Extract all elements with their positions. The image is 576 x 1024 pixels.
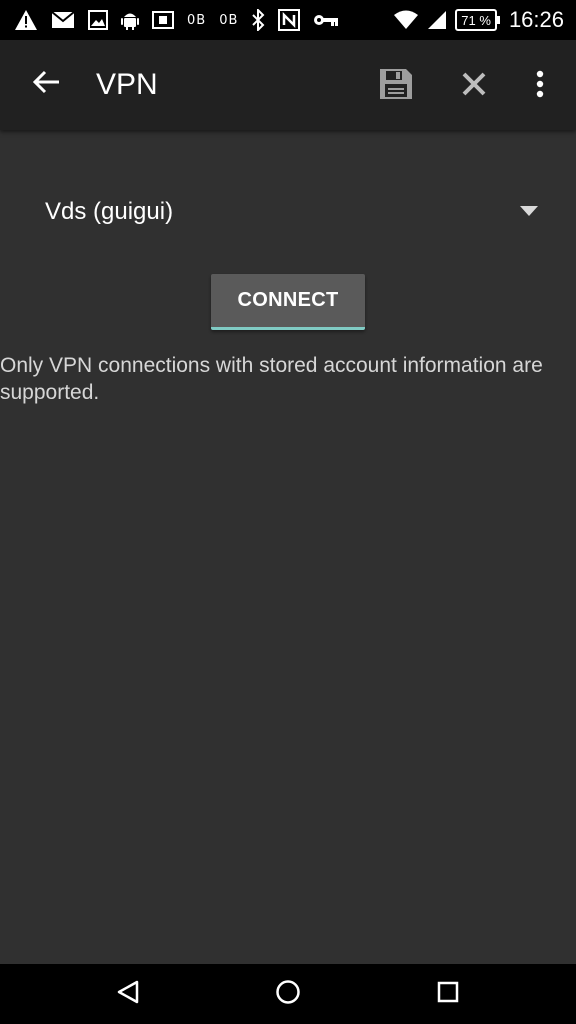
image-icon xyxy=(88,10,108,30)
overflow-menu-button[interactable] xyxy=(522,64,558,108)
nfc-icon xyxy=(278,9,301,31)
wifi-icon xyxy=(393,10,419,30)
info-text: Only VPN connections with stored account… xyxy=(0,354,543,404)
bluetooth-icon xyxy=(251,9,265,31)
android-icon xyxy=(121,9,139,31)
nav-recents-icon xyxy=(436,980,460,1009)
nav-home-button[interactable] xyxy=(266,974,310,1014)
nav-back-icon xyxy=(115,979,141,1010)
sim-icon xyxy=(152,11,174,29)
app-bar: VPN xyxy=(0,40,576,130)
save-button[interactable] xyxy=(372,64,420,108)
email-icon xyxy=(51,11,75,29)
signal-icon xyxy=(427,10,447,30)
data-down-text: 0B xyxy=(187,12,207,28)
connect-button[interactable]: CONNECT xyxy=(211,274,365,330)
back-button[interactable] xyxy=(24,62,68,106)
vpn-profile-selected: Vds (guigui) xyxy=(45,198,174,225)
nav-back-button[interactable] xyxy=(106,974,150,1014)
battery-indicator: 71 % xyxy=(455,9,500,31)
nav-home-icon xyxy=(275,979,301,1010)
close-icon xyxy=(461,71,487,102)
more-vert-icon xyxy=(536,70,544,103)
nav-recents-button[interactable] xyxy=(426,974,470,1014)
close-button[interactable] xyxy=(450,64,498,108)
back-arrow-icon xyxy=(32,70,60,99)
vpn-profile-spinner[interactable]: Vds (guigui) xyxy=(30,180,550,244)
navigation-bar xyxy=(0,964,576,1024)
save-icon xyxy=(378,67,414,106)
data-up-text: 0B xyxy=(219,12,239,28)
dropdown-arrow-icon xyxy=(520,206,538,216)
status-bar: 0B 0B 71 % 16:26 xyxy=(0,0,576,40)
page-title: VPN xyxy=(96,68,158,101)
status-clock: 16:26 xyxy=(508,7,564,32)
warning-icon xyxy=(14,9,38,31)
vpn-key-icon xyxy=(313,13,339,27)
